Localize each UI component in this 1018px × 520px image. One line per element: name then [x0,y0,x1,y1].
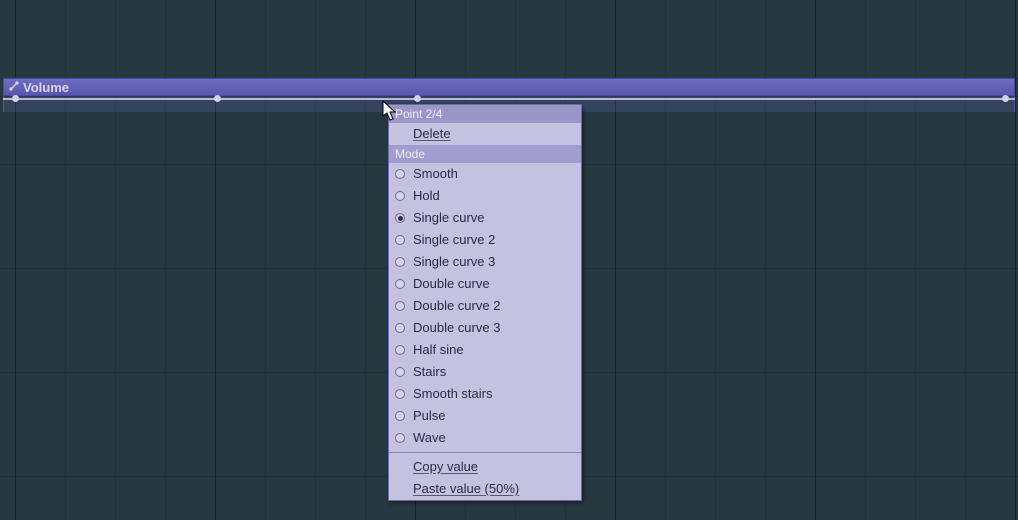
radio-icon [395,235,405,245]
menu-item-label: Delete [413,126,451,142]
menu-item-label: Double curve 3 [413,320,500,336]
menu-item-paste-value[interactable]: Paste value (50%) [389,478,581,500]
menu-item-mode[interactable]: Hold [389,185,581,207]
menu-item-copy-value[interactable]: Copy value [389,456,581,478]
radio-icon [395,323,405,333]
envelope-point[interactable] [414,95,421,102]
menu-item-label: Single curve 3 [413,254,495,270]
spacer [395,484,405,494]
envelope-line[interactable] [3,98,1015,100]
menu-item-mode[interactable]: Smooth stairs [389,383,581,405]
menu-item-label: Copy value [413,459,478,475]
envelope-point[interactable] [12,95,19,102]
menu-item-label: Smooth stairs [413,386,492,402]
envelope-point[interactable] [1002,95,1009,102]
radio-icon [395,213,405,223]
envelope-point[interactable] [214,95,221,102]
menu-item-mode[interactable]: Single curve [389,207,581,229]
menu-item-label: Single curve [413,210,485,226]
menu-item-label: Half sine [413,342,464,358]
menu-item-label: Stairs [413,364,446,380]
spacer [395,129,405,139]
menu-item-delete[interactable]: Delete [389,123,581,145]
menu-item-label: Double curve [413,276,490,292]
menu-item-mode[interactable]: Double curve 3 [389,317,581,339]
radio-icon [395,191,405,201]
context-menu: Point 2/4 Delete Mode Smooth Hold Single c… [388,104,582,501]
radio-icon [395,411,405,421]
menu-item-label: Hold [413,188,440,204]
menu-item-label: Single curve 2 [413,232,495,248]
radio-icon [395,169,405,179]
context-menu-title: Point 2/4 [389,105,581,123]
menu-item-mode[interactable]: Wave [389,427,581,449]
menu-item-label: Smooth [413,166,458,182]
menu-item-mode[interactable]: Pulse [389,405,581,427]
clip-header[interactable]: Volume [3,78,1015,96]
menu-item-mode[interactable]: Double curve 2 [389,295,581,317]
menu-item-mode[interactable]: Single curve 3 [389,251,581,273]
radio-icon [395,279,405,289]
clip-title: Volume [23,80,69,95]
radio-icon [395,433,405,443]
menu-item-mode[interactable]: Single curve 2 [389,229,581,251]
spacer [395,462,405,472]
menu-item-mode[interactable]: Half sine [389,339,581,361]
radio-icon [395,257,405,267]
menu-item-mode[interactable]: Stairs [389,361,581,383]
menu-separator [389,452,581,453]
menu-item-label: Paste value (50%) [413,481,519,497]
menu-item-mode[interactable]: Smooth [389,163,581,185]
menu-item-label: Wave [413,430,446,446]
automation-editor[interactable]: Volume Point 2/4 Delete Mode Smooth Hold S… [0,0,1018,520]
radio-icon [395,301,405,311]
radio-icon [395,389,405,399]
menu-item-label: Double curve 2 [413,298,500,314]
radio-icon [395,367,405,377]
automation-icon [8,80,20,95]
context-menu-section-mode: Mode [389,145,581,163]
menu-item-mode[interactable]: Double curve [389,273,581,295]
menu-item-label: Pulse [413,408,446,424]
radio-icon [395,345,405,355]
vgrid-bar [1015,0,1016,520]
